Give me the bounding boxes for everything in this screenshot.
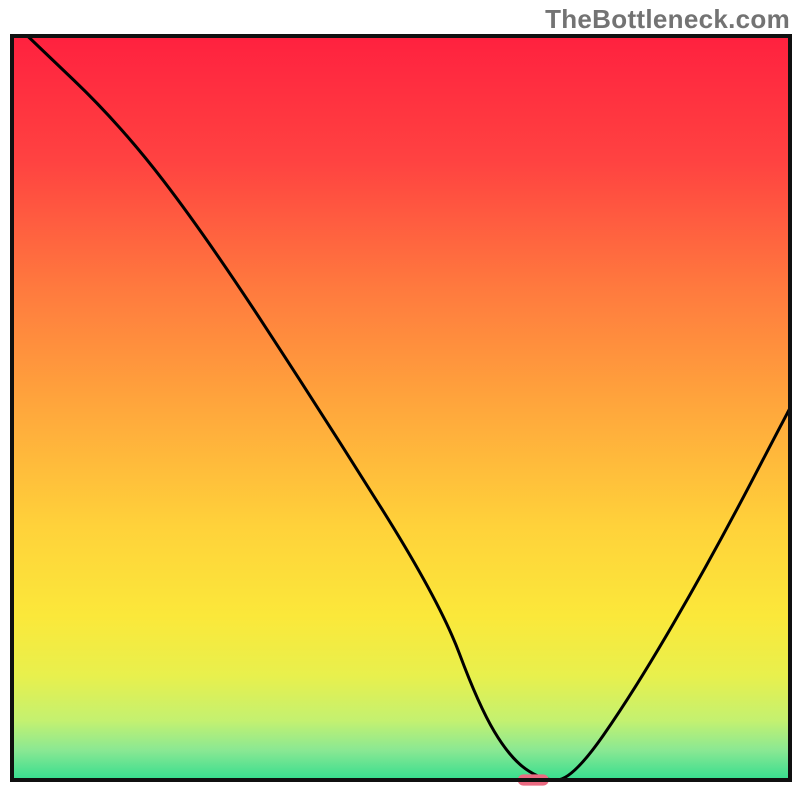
- plot-area: [12, 36, 790, 786]
- watermark-text: TheBottleneck.com: [545, 4, 790, 35]
- chart-stage: TheBottleneck.com: [0, 0, 800, 800]
- bottleneck-chart: [0, 0, 800, 800]
